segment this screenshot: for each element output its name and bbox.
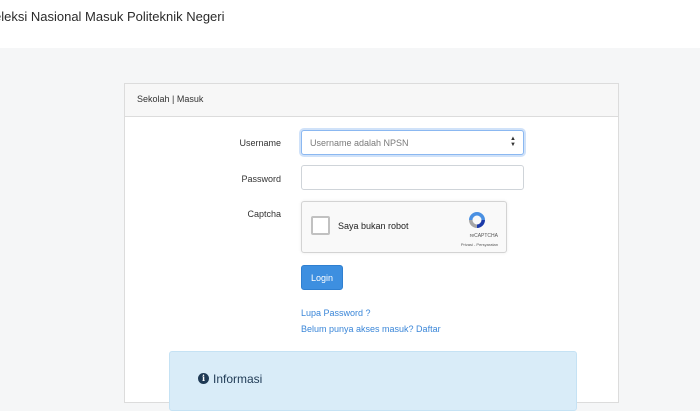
login-card: Sekolah | Masuk Username ▲▼ Password Cap… bbox=[124, 83, 619, 411]
recaptcha-checkbox[interactable] bbox=[311, 216, 330, 235]
recaptcha-widget: Saya bukan robot reCAPTCHA Privasi - Per… bbox=[301, 201, 507, 253]
login-button[interactable]: Login bbox=[301, 265, 343, 290]
register-link[interactable]: Belum punya akses masuk? Daftar bbox=[301, 324, 441, 334]
recaptcha-logo-icon bbox=[469, 212, 485, 228]
recaptcha-brand: reCAPTCHA bbox=[469, 233, 498, 239]
info-box: i Informasi bbox=[169, 351, 577, 411]
captcha-label: Captcha bbox=[247, 209, 281, 219]
top-navbar: eleksi Nasional Masuk Politeknik Negeri bbox=[0, 0, 700, 48]
username-field-wrapper: ▲▼ bbox=[301, 130, 524, 155]
password-input[interactable] bbox=[302, 166, 492, 189]
username-label: Username bbox=[239, 138, 281, 148]
site-title[interactable]: eleksi Nasional Masuk Politeknik Negeri bbox=[0, 9, 225, 24]
password-label: Password bbox=[241, 174, 281, 184]
forgot-password-link[interactable]: Lupa Password ? bbox=[301, 308, 371, 318]
password-field-wrapper bbox=[301, 165, 524, 190]
card-title: Sekolah | Masuk bbox=[137, 94, 204, 104]
username-input[interactable] bbox=[302, 131, 492, 154]
card-header: Sekolah | Masuk bbox=[125, 84, 618, 117]
recaptcha-text: Saya bukan robot bbox=[338, 221, 409, 231]
info-icon: i bbox=[198, 373, 209, 384]
recaptcha-links[interactable]: Privasi - Persyaratan bbox=[461, 242, 498, 247]
info-title: Informasi bbox=[213, 372, 263, 386]
autofill-arrows-icon[interactable]: ▲ ▼ bbox=[509, 136, 517, 149]
